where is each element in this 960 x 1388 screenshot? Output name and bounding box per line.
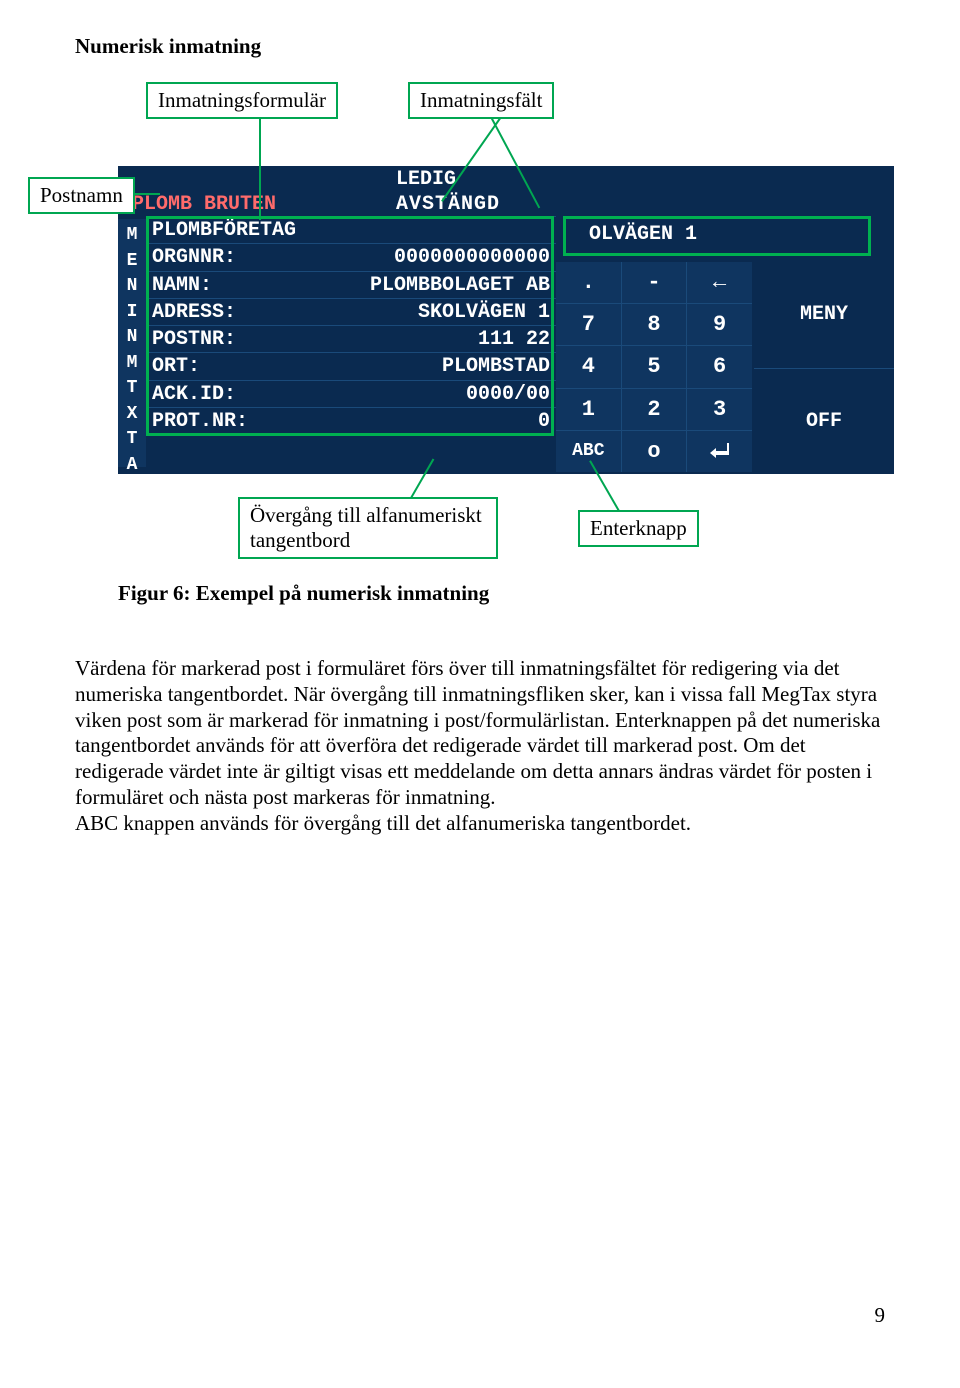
key-8[interactable]: 8 — [622, 304, 687, 345]
key-5[interactable]: 5 — [622, 346, 687, 387]
form-value: 0000/00 — [466, 381, 550, 407]
callout-line — [135, 193, 160, 195]
form-label: PROT.NR: — [152, 408, 248, 435]
side-letter: M — [118, 351, 146, 377]
form-row[interactable]: PLOMBFÖRETAG — [146, 217, 556, 244]
status-ledig: LEDIG — [396, 168, 456, 191]
form-label: ORGNNR: — [152, 244, 236, 270]
form-value: PLOMBSTAD — [442, 353, 550, 379]
callout-inmatningsfalt: Inmatningsfält — [408, 82, 554, 119]
key-3[interactable]: 3 — [687, 389, 752, 430]
key-abc[interactable]: ABC — [556, 431, 621, 472]
side-letter: X — [118, 402, 146, 428]
input-field-value[interactable]: OLVÄGEN 1 — [565, 220, 795, 250]
form-label: NAMN: — [152, 272, 212, 298]
form-area: PLOMBFÖRETAG ORGNNR: 0000000000000 NAMN: P… — [146, 216, 556, 472]
numeric-keypad: . - ← 7 8 9 4 5 6 1 2 3 ABC o — [556, 262, 752, 472]
form-label: ADRESS: — [152, 299, 236, 325]
form-label: ORT: — [152, 353, 200, 379]
side-letter: I — [118, 300, 146, 326]
form-value: 0 — [538, 408, 550, 435]
callout-enterknapp: Enterknapp — [578, 510, 699, 547]
menu-button[interactable]: MENY — [754, 262, 894, 368]
right-button-column: MENY OFF — [754, 262, 894, 474]
backspace-icon: ← — [713, 270, 726, 295]
side-letter-column: M E N I N M T X T A P P — [118, 219, 146, 467]
device-screen: LEDIG PLOMB BRUTEN AVSTÄNGD M E N I N M … — [118, 166, 894, 474]
form-value: SKOLVÄGEN 1 — [418, 299, 550, 325]
key-minus[interactable]: - — [622, 262, 687, 303]
form-row[interactable]: POSTNR: 111 22 — [146, 326, 556, 353]
enter-icon — [708, 439, 732, 463]
form-label: POSTNR: — [152, 326, 236, 352]
side-letter: M — [118, 223, 146, 249]
plomb-bruten-text: PLOMB BRUTEN — [132, 193, 276, 216]
key-enter[interactable] — [687, 431, 752, 472]
side-letter: T — [118, 376, 146, 402]
form-label: ACK.ID: — [152, 381, 236, 407]
callout-line — [259, 117, 261, 220]
key-2[interactable]: 2 — [622, 389, 687, 430]
side-letter: T — [118, 427, 146, 453]
form-row[interactable]: NAMN: PLOMBBOLAGET AB — [146, 272, 556, 299]
callout-postnamn: Postnamn — [28, 177, 135, 214]
side-letter: A — [118, 453, 146, 479]
key-dot[interactable]: . — [556, 262, 621, 303]
callout-inmatningsformular: Inmatningsformulär — [146, 82, 338, 119]
form-row[interactable]: ACK.ID: 0000/00 — [146, 381, 556, 408]
page-number: 9 — [875, 1303, 886, 1328]
callout-abc: Övergång till alfanumeriskt tangentbord — [238, 497, 498, 559]
body-paragraph: Värdena för markerad post i formuläret f… — [75, 656, 885, 837]
form-row[interactable]: ORT: PLOMBSTAD — [146, 353, 556, 380]
side-letter: N — [118, 325, 146, 351]
side-letter: E — [118, 249, 146, 275]
form-row[interactable]: PROT.NR: 0 — [146, 408, 556, 435]
form-label: PLOMBFÖRETAG — [152, 217, 296, 243]
key-4[interactable]: 4 — [556, 346, 621, 387]
form-value: PLOMBBOLAGET AB — [370, 272, 550, 298]
side-letter: P — [118, 504, 146, 530]
key-backspace[interactable]: ← — [687, 262, 752, 303]
side-letter: N — [118, 274, 146, 300]
key-6[interactable]: 6 — [687, 346, 752, 387]
form-row[interactable]: ADRESS: SKOLVÄGEN 1 — [146, 299, 556, 326]
callout-abc-text: Övergång till alfanumeriskt tangentbord — [250, 503, 482, 552]
side-letter: P — [118, 478, 146, 504]
key-9[interactable]: 9 — [687, 304, 752, 345]
off-button[interactable]: OFF — [754, 369, 894, 475]
form-value: 0000000000000 — [394, 244, 550, 270]
form-value: 111 22 — [478, 326, 550, 352]
status-avstangd: AVSTÄNGD — [396, 193, 500, 216]
key-7[interactable]: 7 — [556, 304, 621, 345]
key-0[interactable]: o — [622, 431, 687, 472]
figure-caption: Figur 6: Exempel på numerisk inmatning — [118, 581, 489, 606]
form-row[interactable]: ORGNNR: 0000000000000 — [146, 244, 556, 271]
section-title: Numerisk inmatning — [75, 34, 261, 59]
key-1[interactable]: 1 — [556, 389, 621, 430]
